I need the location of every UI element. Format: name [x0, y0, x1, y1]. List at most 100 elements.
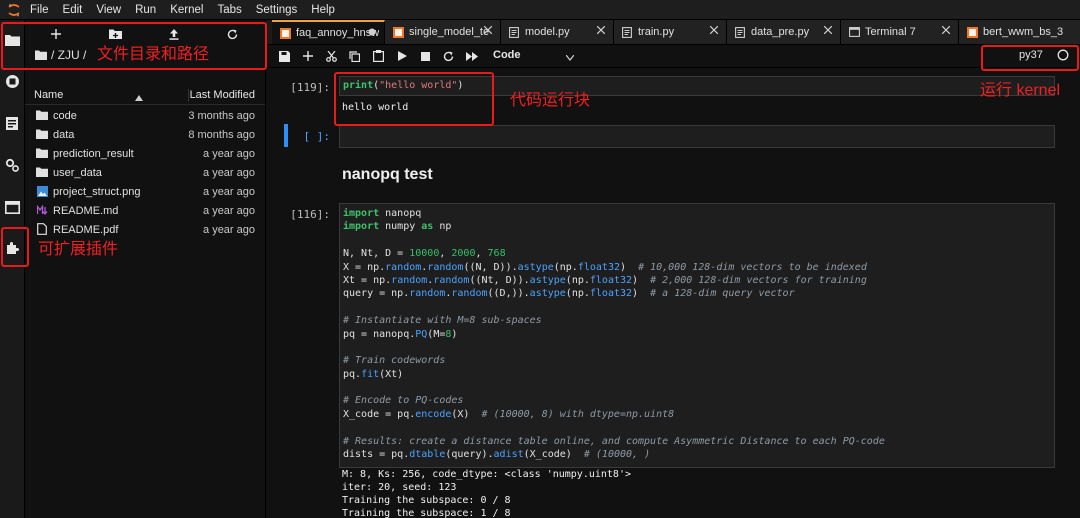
python-file-icon [621, 26, 633, 38]
file-modified: a year ago [203, 185, 255, 198]
tab-bar: faq_annoy_hnsw single_model_te model.py … [266, 20, 1080, 45]
file-modified: a year ago [203, 223, 255, 236]
file-row-project-struct[interactable]: project_struct.png a year ago [25, 182, 265, 201]
cell-editor[interactable]: import nanopq import numpy as np N, Nt, … [339, 203, 1055, 468]
cell-prompt: [119]: [290, 81, 330, 94]
notebook-icon [279, 27, 291, 39]
file-name: README.pdf [53, 223, 119, 236]
file-name: code [53, 109, 77, 122]
file-browser-panel: / ZJU / Name Last Modified code 3 months… [25, 20, 266, 518]
activity-bar [0, 20, 25, 518]
file-modified: 3 months ago [188, 109, 255, 122]
menu-file[interactable]: File [30, 4, 49, 16]
tab-terminal-7[interactable]: Terminal 7 [841, 20, 959, 44]
tab-bert-wwm-bs-3[interactable]: bert_wwm_bs_3 [959, 20, 1080, 44]
close-icon[interactable] [940, 24, 952, 36]
tab-label: Terminal 7 [865, 26, 916, 38]
image-file-icon [35, 184, 49, 198]
stop-icon[interactable] [417, 48, 433, 64]
file-name: data [53, 128, 75, 141]
menu-bar: File Edit View Run Kernel Tabs Settings … [0, 0, 1080, 20]
cut-icon[interactable] [323, 48, 339, 64]
property-inspector-icon[interactable] [4, 157, 20, 173]
cell-output-line: M: 8, Ks: 256, code_dtype: <class 'numpy… [342, 469, 631, 480]
chevron-down-icon[interactable] [565, 50, 575, 64]
jupyter-logo-icon [6, 2, 22, 18]
column-name-header[interactable]: Name [34, 89, 63, 101]
paste-icon[interactable] [370, 48, 386, 64]
add-cell-icon[interactable] [300, 48, 316, 64]
tab-data-pre-py[interactable]: data_pre.py [727, 20, 841, 44]
folder-icon [35, 127, 49, 141]
annotation-file-dir: 文件目录和路径 [97, 46, 210, 63]
close-icon[interactable] [822, 24, 834, 36]
file-name: project_struct.png [53, 185, 141, 198]
run-icon[interactable] [394, 48, 410, 64]
menu-tabs[interactable]: Tabs [217, 4, 241, 16]
close-icon[interactable] [482, 24, 494, 36]
save-icon[interactable] [276, 48, 292, 64]
annotation-code-block: 代码运行块 [510, 92, 591, 109]
menu-run[interactable]: Run [135, 4, 156, 16]
tabs-icon[interactable] [4, 199, 20, 215]
tab-label: data_pre.py [751, 26, 810, 38]
cell-type-dropdown[interactable]: Code [493, 49, 521, 61]
tab-faq-annoy-hnsw[interactable]: faq_annoy_hnsw [272, 20, 385, 44]
tab-model-py[interactable]: model.py [501, 20, 614, 44]
cell-output-line: iter: 20, seed: 123 [342, 482, 457, 493]
fast-forward-icon[interactable] [464, 48, 480, 64]
menu-view[interactable]: View [96, 4, 121, 16]
file-row-user-data[interactable]: user_data a year ago [25, 163, 265, 182]
close-icon[interactable] [708, 24, 720, 36]
annotation-box-extensions [1, 227, 29, 267]
commands-icon[interactable] [4, 115, 20, 131]
notebook-icon [392, 26, 404, 38]
tab-label: train.py [638, 26, 675, 38]
file-icon [35, 222, 49, 236]
column-modified-header[interactable]: Last Modified [190, 89, 255, 101]
tab-train-py[interactable]: train.py [614, 20, 727, 44]
markdown-file-icon [35, 203, 49, 217]
menu-kernel[interactable]: Kernel [170, 4, 203, 16]
file-modified: 8 months ago [188, 128, 255, 141]
terminal-icon [848, 26, 860, 38]
menu-settings[interactable]: Settings [256, 4, 298, 16]
cell-editor-empty[interactable] [339, 125, 1055, 148]
cell-output-line: Training the subspace: 0 / 8 [342, 495, 511, 506]
file-modified: a year ago [203, 204, 255, 217]
annotation-extensions: 可扩展插件 [38, 241, 119, 258]
running-icon[interactable] [4, 73, 20, 89]
folder-icon [35, 108, 49, 122]
sort-up-icon[interactable] [135, 90, 143, 104]
tab-single-model-te[interactable]: single_model_te [385, 20, 501, 44]
cell-output-line: Training the subspace: 1 / 8 [342, 508, 511, 518]
file-row-code[interactable]: code 3 months ago [25, 106, 265, 125]
file-row-prediction-result[interactable]: prediction_result a year ago [25, 144, 265, 163]
annotation-box-kernel [981, 45, 1079, 71]
restart-icon[interactable] [440, 48, 456, 64]
file-row-data[interactable]: data 8 months ago [25, 125, 265, 144]
file-list-header: Name Last Modified [25, 86, 265, 105]
folder-icon [35, 165, 49, 179]
folder-icon [35, 146, 49, 160]
file-name: README.md [53, 204, 119, 217]
close-icon[interactable] [595, 24, 607, 36]
menu-edit[interactable]: Edit [63, 4, 83, 16]
notebook-area: [119]: print("hello world") hello world … [266, 68, 1080, 518]
tab-label: single_model_te [409, 26, 490, 38]
file-row-readme-md[interactable]: README.md a year ago [25, 201, 265, 220]
markdown-heading: nanopq test [342, 166, 433, 183]
annotation-kernel: 运行 kernel [980, 82, 1061, 99]
file-name: prediction_result [53, 147, 134, 160]
file-modified: a year ago [203, 166, 255, 179]
tab-label: bert_wwm_bs_3 [983, 26, 1064, 38]
cell-prompt: [ ]: [303, 130, 331, 143]
file-name: user_data [53, 166, 102, 179]
file-modified: a year ago [203, 147, 255, 160]
menu-help[interactable]: Help [311, 4, 335, 16]
python-file-icon [508, 26, 520, 38]
copy-icon[interactable] [346, 48, 362, 64]
notebook-toolbar: Code py37 [266, 45, 1080, 68]
unsaved-dot-icon[interactable] [366, 26, 378, 38]
annotation-box-code-block [334, 72, 494, 126]
